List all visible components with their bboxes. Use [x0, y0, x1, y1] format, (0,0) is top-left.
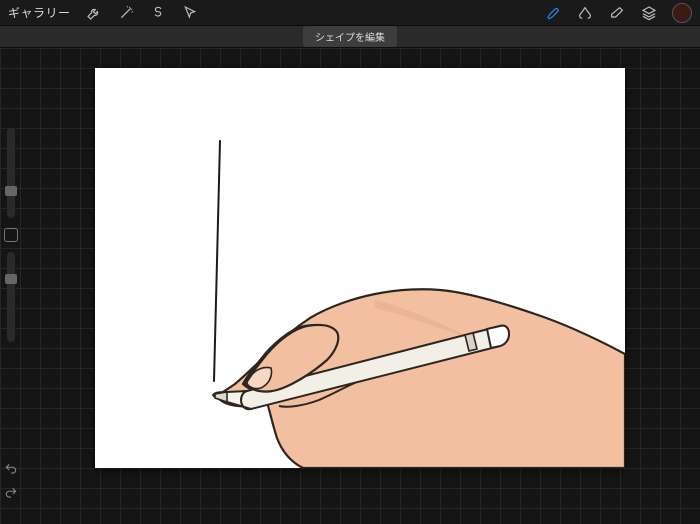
modify-button[interactable] — [4, 228, 18, 242]
drawn-stroke — [214, 141, 220, 381]
wand-icon[interactable] — [117, 4, 135, 22]
cursor-icon[interactable] — [181, 4, 199, 22]
layers-icon[interactable] — [640, 4, 658, 22]
color-swatch[interactable] — [672, 3, 692, 23]
eraser-icon[interactable] — [608, 4, 626, 22]
canvas-drawing — [95, 68, 625, 468]
wrench-icon[interactable] — [85, 4, 103, 22]
undo-icon[interactable] — [4, 462, 18, 476]
left-sidebar — [0, 128, 22, 342]
brush-icon[interactable] — [544, 4, 562, 22]
s-tool-icon[interactable] — [149, 4, 167, 22]
edit-shape-button[interactable]: シェイプを編集 — [303, 26, 397, 47]
redo-icon[interactable] — [4, 486, 18, 500]
hand-illustration — [213, 289, 625, 468]
edit-shape-bar: シェイプを編集 — [0, 26, 700, 48]
opacity-slider[interactable] — [7, 252, 15, 342]
app-root: ギャラリー — [0, 0, 700, 524]
top-toolbar: ギャラリー — [0, 0, 700, 26]
workspace — [0, 48, 700, 524]
gallery-button[interactable]: ギャラリー — [8, 4, 71, 21]
brush-size-slider[interactable] — [7, 128, 15, 218]
canvas[interactable] — [95, 68, 625, 468]
undo-redo-group — [4, 462, 18, 500]
smudge-icon[interactable] — [576, 4, 594, 22]
